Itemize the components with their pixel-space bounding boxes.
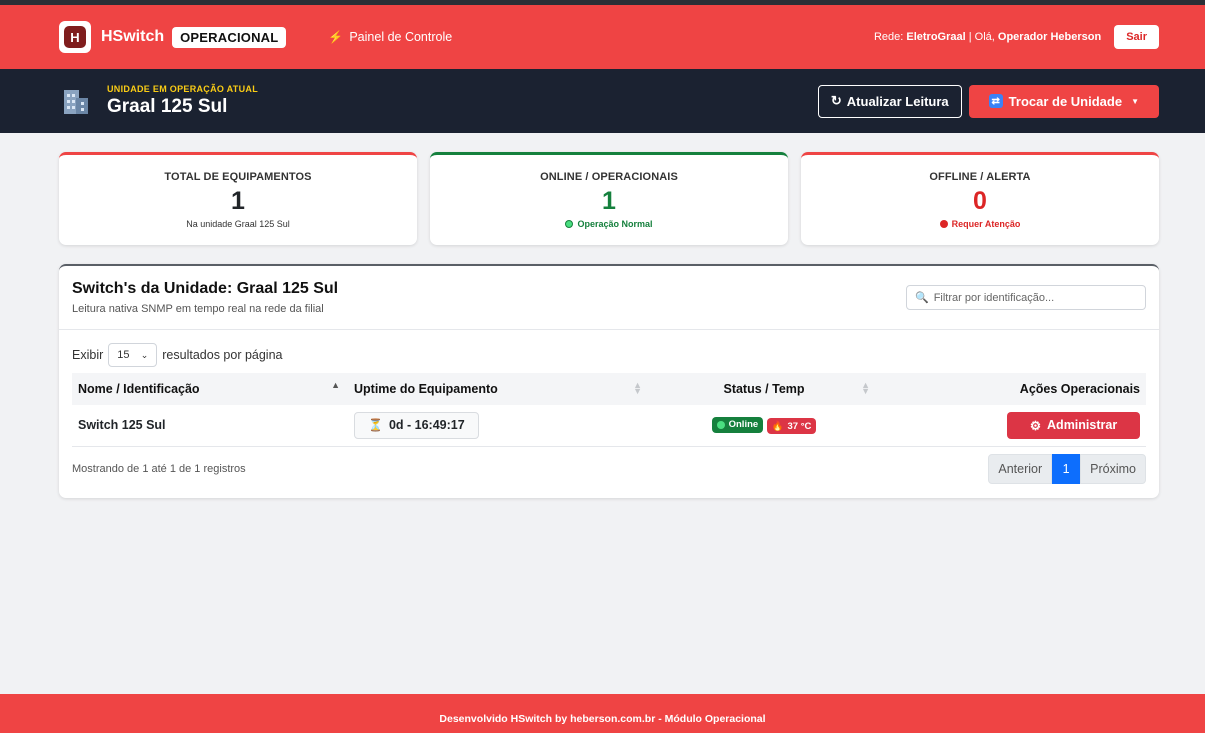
column-header-name[interactable]: Nome / Identificação ▲ (72, 373, 348, 405)
filter-placeholder: Filtrar por identificação... (933, 291, 1055, 304)
refresh-reading-button[interactable]: ↻ Atualizar Leitura (817, 84, 962, 118)
building-icon (62, 88, 90, 114)
card-title: ONLINE / OPERACIONAIS (540, 171, 678, 183)
red-dot-icon (939, 220, 948, 228)
switch-unit-label: Trocar de Unidade (1008, 93, 1123, 109)
network-label: Rede: (873, 31, 904, 43)
sort-asc-icon: ▲ (331, 380, 340, 390)
card-subtitle-text: Na unidade Graal 125 Sul (186, 219, 290, 229)
card-total-equipment: TOTAL DE EQUIPAMENTOS 1 Na unidade Graal… (59, 152, 417, 245)
card-subtitle: Operação Normal (430, 219, 788, 229)
refresh-label: Atualizar Leitura (846, 93, 949, 109)
switch-unit-dropdown-button[interactable]: ⇄ Trocar de Unidade ▼ (968, 84, 1159, 118)
nav-link-label: Painel de Controle (349, 30, 453, 44)
page-length-select[interactable]: 15 ⌄ (108, 343, 158, 367)
uptime-value: 0d - 16:49:17 (388, 418, 465, 433)
greeting-separator: | Olá, (965, 31, 998, 43)
column-header-uptime[interactable]: Uptime do Equipamento ▲ ▼ (348, 373, 650, 405)
search-icon: 🔍 (915, 292, 929, 304)
logout-button[interactable]: Sair (1114, 25, 1159, 49)
operator-name: Operador Heberson (997, 31, 1102, 43)
panel-subtitle: Leitura nativa SNMP em tempo real na red… (72, 303, 324, 315)
user-info: Rede: EletroGraal | Olá, Operador Hebers… (874, 25, 1159, 49)
network-name: EletroGraal (906, 31, 966, 43)
panel-title: Switch's da Unidade: Graal 125 Sul (72, 280, 339, 297)
uptime-cell: ⏳ 0d - 16:49:17 (348, 405, 650, 447)
status-badge: Online (711, 416, 764, 433)
filter-input[interactable]: 🔍 Filtrar por identificação... (906, 285, 1146, 310)
brand-name[interactable]: HSwitch (101, 28, 164, 46)
card-value: 0 (973, 187, 987, 215)
pagination-page-1[interactable]: 1 (1052, 453, 1081, 484)
green-dot-icon (565, 220, 574, 228)
column-header-actions: Ações Operacionais (878, 373, 1146, 405)
flame-icon: 🔥 (771, 420, 784, 432)
hourglass-icon: ⏳ (368, 418, 383, 433)
card-subtitle: Na unidade Graal 125 Sul (59, 219, 417, 229)
sync-icon: ⇄ (988, 94, 1003, 108)
gear-icon: ⚙ (1029, 418, 1042, 433)
card-subtitle: Requer Atenção (801, 219, 1159, 229)
refresh-icon: ↻ (830, 93, 842, 108)
card-value: 1 (602, 187, 616, 215)
column-header-status[interactable]: Status / Temp ▲ ▼ (650, 373, 878, 405)
pagination-next[interactable]: Próximo (1080, 453, 1146, 484)
mode-badge: OPERACIONAL (172, 26, 287, 48)
switch-name: Switch 125 Sul (72, 405, 348, 447)
nav-link-control-panel[interactable]: ⚡ Painel de Controle (328, 30, 452, 44)
card-offline: OFFLINE / ALERTA 0 Requer Atenção (801, 152, 1159, 245)
chevron-down-icon: ⌄ (140, 349, 149, 360)
unit-label: UNIDADE EM OPERAÇÃO ATUAL (107, 84, 258, 94)
table-info: Mostrando de 1 até 1 de 1 registros (72, 462, 246, 475)
per-page-label: resultados por página (162, 348, 283, 362)
card-subtitle-text: Requer Atenção (951, 219, 1021, 229)
table-row: Switch 125 Sul ⏳ 0d - 16:49:17 Online 🔥 3… (72, 405, 1146, 447)
bolt-icon: ⚡ (328, 30, 344, 44)
actions-cell: ⚙ Administrar (878, 405, 1146, 447)
card-title: TOTAL DE EQUIPAMENTOS (164, 171, 312, 183)
page-length-value: 15 (117, 349, 130, 361)
current-unit-bar: UNIDADE EM OPERAÇÃO ATUAL Graal 125 Sul … (0, 69, 1205, 133)
unit-name: Graal 125 Sul (107, 96, 228, 117)
sort-icon: ▲ ▼ (633, 380, 642, 397)
status-cell: Online 🔥 37 °C (650, 405, 878, 447)
switches-table: Nome / Identificação ▲ Uptime do Equipame… (72, 373, 1146, 447)
status-text: Online (728, 419, 759, 430)
summary-cards: TOTAL DE EQUIPAMENTOS 1 Na unidade Graal… (0, 133, 1205, 245)
card-title: OFFLINE / ALERTA (929, 171, 1031, 183)
hswitch-logo-icon[interactable]: H (59, 21, 91, 53)
switches-panel: Switch's da Unidade: Graal 125 Sul Leitu… (59, 264, 1159, 498)
temperature-badge: 🔥 37 °C (766, 418, 817, 434)
pagination: Anterior 1 Próximo (988, 453, 1146, 484)
show-label: Exibir (72, 348, 104, 362)
administrar-label: Administrar (1047, 418, 1118, 433)
administrar-button[interactable]: ⚙ Administrar (1007, 411, 1140, 439)
uptime-badge: ⏳ 0d - 16:49:17 (354, 411, 479, 439)
caret-down-icon: ▼ (1131, 96, 1139, 106)
temperature-text: 37 °C (787, 420, 812, 432)
site-footer: Desenvolvido HSwitch by heberson.com.br … (0, 694, 1205, 733)
card-value: 1 (231, 187, 245, 215)
pagination-previous[interactable]: Anterior (988, 453, 1053, 484)
card-subtitle-text: Operação Normal (577, 219, 653, 229)
card-online: ONLINE / OPERACIONAIS 1 Operação Normal (430, 152, 788, 245)
top-navbar: H HSwitch OPERACIONAL ⚡ Painel de Contro… (0, 5, 1205, 69)
sort-icon: ▲ ▼ (861, 380, 870, 397)
